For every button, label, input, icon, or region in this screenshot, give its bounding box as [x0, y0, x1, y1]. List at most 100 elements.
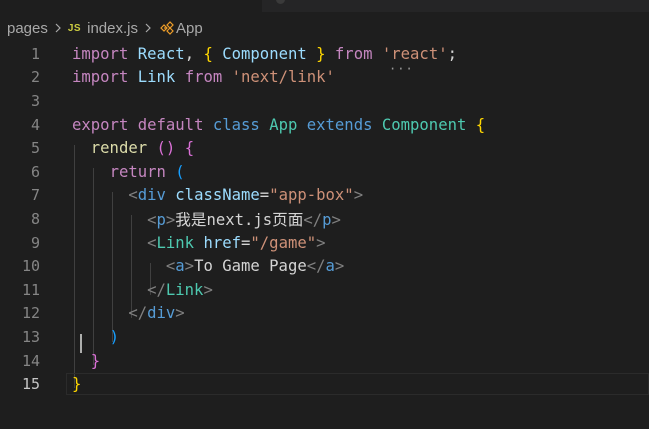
code-line[interactable]: 12 </div>	[0, 302, 649, 326]
code-token: React	[137, 44, 185, 63]
code-token: </	[128, 304, 148, 323]
code-token: class	[212, 115, 260, 134]
code-text: <Link href="/game">	[72, 233, 325, 252]
breadcrumb: pages JS index.js App	[0, 12, 649, 44]
code-token: }	[316, 44, 326, 63]
code-line[interactable]: 7 <div className="app-box">	[0, 184, 649, 208]
code-line[interactable]: 4 export default class App extends Compon…	[0, 113, 649, 137]
code-text: }	[72, 352, 100, 370]
code-line[interactable]: 15}	[0, 372, 649, 396]
code-token: extends	[306, 115, 373, 134]
code-token: ()	[156, 139, 176, 158]
code-token: To Game Page	[194, 257, 307, 276]
code-token: 我是next.js页面	[175, 210, 304, 229]
code-token: import	[72, 44, 129, 63]
line-number: 12	[21, 304, 40, 323]
code-token: <	[128, 186, 138, 205]
code-line[interactable]: 13 )	[0, 325, 649, 349]
code-text: }	[72, 375, 81, 393]
code-token: div	[137, 186, 166, 205]
code-token: p	[322, 210, 332, 229]
breadcrumb-folder[interactable]: pages	[7, 20, 48, 37]
line-number: 4	[30, 115, 40, 134]
line-number: 10	[21, 257, 40, 276]
code-token: ;	[447, 44, 457, 63]
code-line[interactable]: 9 <Link href="/game">	[0, 231, 649, 255]
code-token: >	[175, 304, 185, 323]
code-text: render () {	[72, 139, 194, 157]
code-line[interactable]: 3	[0, 89, 649, 113]
code-line[interactable]: 11 </Link>	[0, 278, 649, 302]
breadcrumb-file[interactable]: index.js	[87, 20, 138, 37]
code-token: Component	[222, 44, 307, 63]
code-token: a	[175, 257, 185, 276]
line-number: 15	[21, 375, 40, 394]
code-line[interactable]: 10 <a>To Game Page</a>	[0, 254, 649, 278]
breadcrumb-symbol[interactable]: App	[176, 20, 203, 37]
code-token: =	[241, 233, 251, 252]
code-token: Link	[156, 233, 195, 252]
code-token: </	[303, 210, 323, 229]
code-line[interactable]: 8 <p>我是next.js页面</p>	[0, 207, 649, 231]
code-token: p	[156, 210, 166, 229]
line-number: 5	[30, 139, 40, 158]
code-line[interactable]: 14 }	[0, 349, 649, 373]
chevron-right-icon	[140, 20, 156, 36]
code-token: 'react'	[381, 44, 448, 63]
code-token: from	[184, 68, 223, 87]
code-line[interactable]: 2 import Link from 'next/link'	[0, 66, 649, 90]
code-text: import Link from 'next/link'	[72, 68, 335, 86]
code-editor[interactable]: ··· 1 import React, { Component } from 'r…	[0, 42, 649, 429]
code-token: </	[147, 280, 166, 299]
code-token: }	[90, 351, 101, 370]
code-token: )	[109, 327, 119, 346]
line-number: 11	[21, 280, 40, 299]
code-token: <	[147, 210, 157, 229]
code-token: {	[184, 139, 195, 158]
line-number: 9	[30, 233, 40, 252]
code-token: import	[72, 68, 129, 87]
code-token: >	[334, 257, 345, 276]
code-line[interactable]: 5 render () {	[0, 136, 649, 160]
code-text: </div>	[72, 304, 185, 323]
code-token: ,	[184, 44, 204, 63]
code-token: div	[147, 304, 176, 323]
class-symbol-icon	[158, 20, 174, 36]
code-text: return (	[72, 163, 185, 181]
code-token: >	[203, 280, 213, 299]
current-line-highlight	[66, 373, 649, 396]
code-text: <div className="app-box">	[72, 186, 363, 204]
tab-close-icon[interactable]	[276, 0, 285, 4]
code-token: className	[175, 186, 260, 205]
code-text: <a>To Game Page</a>	[72, 257, 344, 275]
tab-strip	[0, 0, 649, 12]
code-token: >	[184, 257, 195, 276]
code-token: Link	[137, 68, 176, 87]
line-number: 6	[30, 162, 40, 181]
tab-index-js[interactable]	[0, 0, 262, 12]
code-token: >	[165, 210, 176, 229]
code-token: (	[175, 162, 185, 181]
code-token: from	[334, 44, 373, 63]
code-token: {	[475, 115, 486, 134]
code-token: render	[90, 139, 148, 158]
code-text: <p>我是next.js页面</p>	[72, 208, 341, 230]
code-token: >	[353, 186, 364, 205]
code-token: export	[72, 115, 129, 134]
code-line[interactable]: 1 import React, { Component } from 'react…	[0, 42, 649, 66]
code-line[interactable]: 6 return (	[0, 160, 649, 184]
